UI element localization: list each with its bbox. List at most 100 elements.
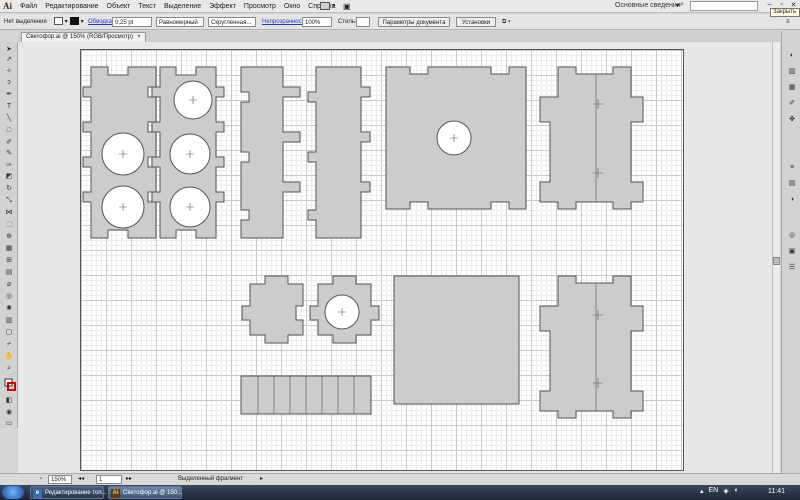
color-guide-icon[interactable]: ▨ [787,67,797,76]
zoom-tool-icon[interactable]: ⌕ [4,364,14,373]
graphic-styles-icon[interactable]: ▣ [787,247,797,256]
line-tool-icon[interactable]: ╲ [4,114,14,123]
blob-brush-tool-icon[interactable]: ✑ [4,161,14,170]
zoom-down-icon[interactable]: ▫ [36,475,46,484]
stroke-swatch[interactable]: ▾ [70,17,84,27]
selection-state-label: Нет выделения [4,19,47,25]
system-tray: ▴ EN ◈ ◖ [700,487,738,495]
taskbar-item-browser[interactable]: e Редактирование топ... [30,486,107,499]
perspective-grid-tool-icon[interactable]: ▦ [4,244,14,253]
symbols-panel-icon[interactable]: ✤ [787,115,797,124]
stroke-link[interactable]: Обводка [88,17,112,27]
volume-icon[interactable]: ◖ [734,487,738,495]
canvas[interactable] [18,42,780,473]
taskbar-item-illustrator[interactable]: Ai Светофор.ai @ 150... [108,486,182,499]
network-icon[interactable]: ◈ [723,487,728,495]
tray-arrow-icon[interactable]: ▴ [700,487,704,495]
chevron-down-icon[interactable]: ▾ [332,2,335,9]
drawing-mode-icon[interactable]: ◉ [4,408,14,417]
menu-bar: Ai Файл Редактирование Объект Текст Выде… [0,0,800,17]
menu-type[interactable]: Текст [138,2,156,12]
hand-tool-icon[interactable]: ✋ [4,352,14,361]
menu-file[interactable]: Файл [20,2,37,12]
slice-tool-icon[interactable]: ⌿ [4,340,14,349]
align-options-icon[interactable]: ⧉ ▾ [502,17,510,27]
panel-menu-icon[interactable]: ≡ [786,17,790,27]
pen-tool-icon[interactable]: ✒ [4,90,14,99]
transparency-panel-icon[interactable]: ◑ [787,195,797,204]
brush-definition[interactable]: Скругленная... [208,17,256,27]
menu-view[interactable]: Просмотр [244,2,276,12]
gradient-panel-icon[interactable]: ▤ [787,179,797,188]
appearance-panel-icon[interactable]: ◎ [787,231,797,240]
magic-wand-tool-icon[interactable]: ✧ [4,67,14,76]
app-logo: Ai [3,1,12,11]
gradient-tool-icon[interactable]: ▤ [4,268,14,277]
swatches-panel-icon[interactable]: ▦ [787,83,797,92]
free-transform-tool-icon[interactable]: ⬚ [4,220,14,229]
zoom-field[interactable]: 150% [48,475,72,484]
menu-object[interactable]: Объект [107,2,131,12]
menu-effect[interactable]: Эффект [209,2,236,12]
selection-tool-icon[interactable]: ➤ [4,45,14,54]
front-panel-bottom [539,275,644,419]
browser-icon: e [33,489,42,498]
artboard-tool-icon[interactable]: ▢ [4,328,14,337]
styles-swatch[interactable] [356,17,370,27]
rectangle-tool-icon[interactable]: □ [4,126,14,135]
stroke-weight-field[interactable]: 0,25 pt [112,17,152,27]
symbol-sprayer-tool-icon[interactable]: ✺ [4,304,14,313]
document-setup-button[interactable]: Параметры документа [378,17,450,27]
variable-width-profile[interactable]: Равномерный [156,17,204,27]
help-search-input[interactable] [690,1,758,11]
workspace-chevron-icon[interactable]: ▾ [676,2,679,9]
artboard-prev-icon[interactable]: ◂◂ [78,475,84,484]
fill-swatch[interactable]: ▾ [54,17,68,27]
artwork[interactable] [18,42,780,473]
column-graph-tool-icon[interactable]: ▥ [4,316,14,325]
preferences-button[interactable]: Установки [456,17,496,27]
language-indicator[interactable]: EN [709,487,719,495]
workspace-switcher[interactable]: Основные сведения [615,2,681,9]
opacity-field[interactable]: 100% [302,17,332,27]
arrange-documents-icon[interactable] [320,2,330,10]
close-tab-icon[interactable]: × [137,34,141,40]
rotate-tool-icon[interactable]: ↻ [4,184,14,193]
status-menu-icon[interactable]: ▸ [260,475,263,484]
stroke-panel-icon[interactable]: ≡ [787,163,797,172]
screen-mode-icon[interactable]: ▣ [343,2,351,11]
scroll-thumb[interactable] [773,257,780,265]
side-panel-b [307,66,371,239]
menu-edit[interactable]: Редактирование [45,2,98,12]
vertical-scrollbar[interactable] [772,42,780,473]
artboard-next-icon[interactable]: ▸▸ [126,475,132,484]
fill-stroke-swatch-icon[interactable] [4,378,16,392]
mesh-tool-icon[interactable]: ⊞ [4,256,14,265]
blend-tool-icon[interactable]: ◎ [4,292,14,301]
status-tool-label[interactable]: Выделенный фрагмент [178,475,243,484]
eyedropper-tool-icon[interactable]: ⌀ [4,280,14,289]
document-tab-title: Светофор.ai @ 150% (RGB/Просмотр) [26,34,134,40]
type-tool-icon[interactable]: T [4,102,14,111]
screen-mode-icon-tools[interactable]: ▭ [4,419,14,428]
lasso-tool-icon[interactable]: ↄ [4,78,14,87]
opacity-link[interactable]: Непрозрачность [262,17,307,27]
layers-panel-icon[interactable]: ☰ [787,263,797,272]
scale-tool-icon[interactable]: ⤡ [4,196,14,205]
color-mode-icon[interactable]: ◧ [4,396,14,405]
width-tool-icon[interactable]: ⋈ [4,208,14,217]
brushes-panel-icon[interactable]: ✐ [787,99,797,108]
direct-selection-tool-icon[interactable]: ⇗ [4,55,14,64]
document-tab[interactable]: Светофор.ai @ 150% (RGB/Просмотр) × [21,32,146,42]
start-button[interactable] [2,486,24,499]
menu-window[interactable]: Окно [284,2,300,12]
clock[interactable]: 11:41 [768,488,785,495]
paintbrush-tool-icon[interactable]: ✐ [4,138,14,147]
pencil-tool-icon[interactable]: ✎ [4,149,14,158]
taskbar: e Редактирование топ... Ai Светофор.ai @ 1… [0,485,800,500]
menu-select[interactable]: Выделение [164,2,201,12]
color-panel-icon[interactable]: ◐ [787,51,797,60]
shape-builder-tool-icon[interactable]: ⊕ [4,232,14,241]
artboard-number-field[interactable]: 1 [96,475,122,484]
eraser-tool-icon[interactable]: ◩ [4,172,14,181]
